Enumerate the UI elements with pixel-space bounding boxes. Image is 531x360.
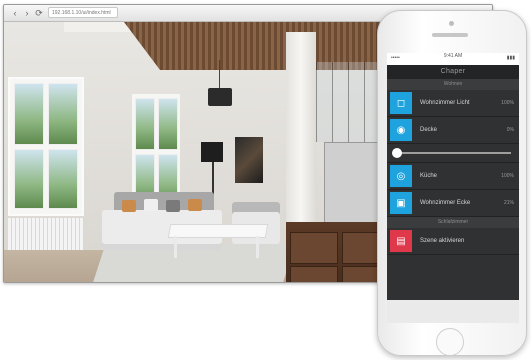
light-icon: ◻: [390, 92, 412, 114]
battery-icon: ▮▮▮: [506, 55, 515, 61]
screen-bottom: [387, 300, 519, 323]
window-pane: [158, 98, 178, 150]
device-label: Decke: [420, 127, 438, 133]
slider-track[interactable]: [392, 148, 511, 158]
phone-screen: ••••• 9:41 AM ▮▮▮ Chaper Wohnen ◻ Wohnzi…: [387, 53, 519, 323]
window-pane: [14, 149, 44, 209]
back-icon[interactable]: ‹: [10, 8, 20, 18]
scene-row[interactable]: ▤ Szene aktivieren: [387, 228, 519, 255]
device-label: Wohnzimmer Ecke: [420, 200, 471, 206]
section-header: Wohnen: [387, 79, 519, 90]
cushion: [166, 200, 180, 212]
cushion: [144, 199, 158, 211]
cabinet-door: [290, 266, 338, 282]
reload-icon[interactable]: ⟳: [34, 8, 44, 18]
window-pane: [14, 83, 44, 145]
lamp-icon: ◉: [390, 119, 412, 141]
wall-artwork: [235, 137, 263, 183]
cushion: [122, 200, 136, 212]
camera-icon: [449, 21, 454, 26]
device-row[interactable]: ▣ Wohnzimmer Ecke 21%: [387, 190, 519, 217]
window-pane: [135, 98, 155, 150]
device-row[interactable]: ◻ Wohnzimmer Licht 100%: [387, 90, 519, 117]
device-value: 21%: [503, 200, 514, 206]
device-row[interactable]: ◉ Decke 0%: [387, 117, 519, 144]
plug-icon: ▣: [390, 192, 412, 214]
column: [286, 32, 316, 232]
device-row[interactable]: ◎ Küche 100%: [387, 163, 519, 190]
home-button[interactable]: [436, 328, 464, 356]
bulb-icon: ◎: [390, 165, 412, 187]
pendant-cord: [219, 60, 220, 88]
coffee-table: [167, 224, 269, 238]
left-window: [8, 77, 84, 216]
table-leg: [174, 236, 177, 258]
address-bar[interactable]: 192.168.1.10/ui/index.html: [48, 7, 118, 18]
forward-icon[interactable]: ›: [22, 8, 32, 18]
dimmer-slider[interactable]: [387, 144, 519, 163]
slider-thumb[interactable]: [392, 148, 403, 158]
glass-partition: [316, 62, 386, 142]
scene-label: Szene aktivieren: [420, 238, 465, 244]
device-value: 0%: [506, 127, 514, 133]
device-value: 100%: [501, 100, 514, 106]
device-value: 100%: [501, 173, 514, 179]
floor-lamp-shade: [201, 142, 223, 162]
status-time: 9:41 AM: [443, 53, 463, 59]
window-pane: [48, 149, 78, 209]
cabinet-door: [290, 232, 338, 264]
smartphone: ••••• 9:41 AM ▮▮▮ Chaper Wohnen ◻ Wohnzi…: [377, 10, 527, 356]
device-label: Wohnzimmer Licht: [420, 100, 470, 106]
table-leg: [256, 236, 259, 258]
speaker-grille: [432, 33, 468, 37]
status-bar: ••••• 9:41 AM ▮▮▮: [387, 53, 519, 65]
cushion: [188, 199, 202, 211]
scene-icon: ▤: [390, 230, 412, 252]
pendant-lamp: [208, 88, 232, 106]
device-label: Küche: [420, 173, 438, 179]
app-title: Chaper: [387, 65, 519, 79]
window-pane: [48, 83, 78, 145]
section-header: Schlafzimmer: [387, 217, 519, 228]
